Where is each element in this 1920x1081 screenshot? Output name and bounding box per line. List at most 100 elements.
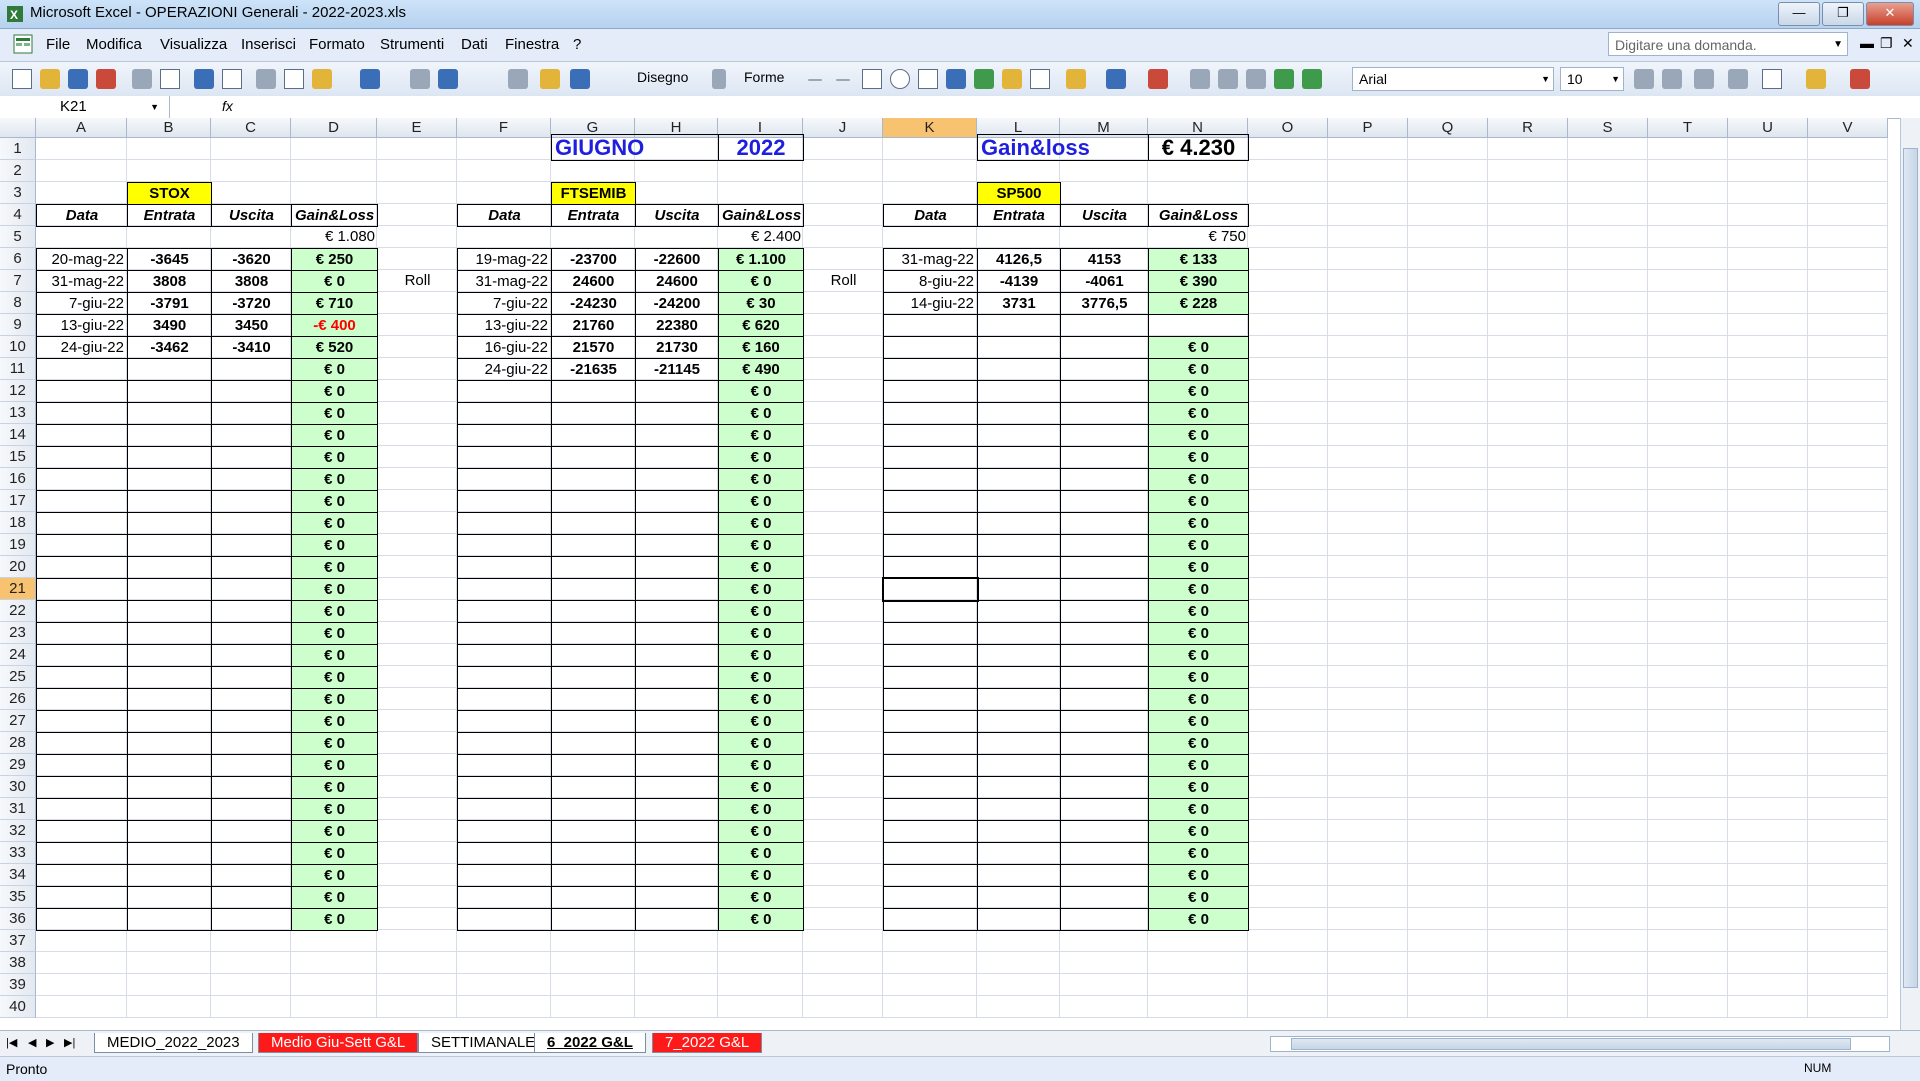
gain-loss-cell[interactable]: € 0 <box>291 402 378 425</box>
grid-cell[interactable] <box>1328 160 1408 182</box>
grid-cell[interactable] <box>1408 490 1488 512</box>
grid-cell[interactable] <box>1248 908 1328 930</box>
row-header[interactable]: 36 <box>0 908 36 930</box>
next-sheet-icon[interactable]: ▶ <box>46 1036 54 1049</box>
grid-cell[interactable] <box>803 226 883 248</box>
new-icon[interactable] <box>12 69 32 89</box>
data-cell[interactable] <box>635 776 719 799</box>
data-cell[interactable] <box>1060 666 1149 689</box>
grid-cell[interactable] <box>803 644 883 666</box>
gain-loss-cell[interactable]: € 0 <box>1148 776 1249 799</box>
gain-loss-cell[interactable]: € 228 <box>1148 292 1249 315</box>
grid-cell[interactable] <box>1328 974 1408 996</box>
data-cell[interactable] <box>36 908 128 931</box>
row-header[interactable]: 15 <box>0 446 36 468</box>
grid-cell[interactable] <box>803 468 883 490</box>
data-cell[interactable] <box>211 732 292 755</box>
grid-cell[interactable] <box>1248 490 1328 512</box>
grid-cell[interactable] <box>1648 138 1728 160</box>
data-cell[interactable] <box>1060 798 1149 821</box>
grid-cell[interactable] <box>1328 732 1408 754</box>
grid-cell[interactable] <box>1808 314 1888 336</box>
grid-cell[interactable] <box>1728 622 1808 644</box>
grid-cell[interactable] <box>1408 138 1488 160</box>
menu-help[interactable]: ? <box>573 36 581 53</box>
doc-minimize-button[interactable]: ▬ <box>1860 35 1874 51</box>
research-icon[interactable] <box>222 69 242 89</box>
grid-cell[interactable] <box>1728 886 1808 908</box>
data-cell[interactable] <box>883 732 978 755</box>
grid-cell[interactable] <box>1328 270 1408 292</box>
grid-cell[interactable] <box>551 996 635 1018</box>
grid-cell[interactable] <box>1728 798 1808 820</box>
grid-cell[interactable] <box>1488 666 1568 688</box>
grid-cell[interactable] <box>1248 864 1328 886</box>
ftsemib-title[interactable]: FTSEMIB <box>551 182 636 205</box>
grid-cell[interactable] <box>127 226 211 248</box>
data-cell[interactable] <box>36 512 128 535</box>
grid-cell[interactable] <box>1488 908 1568 930</box>
grid-cell[interactable] <box>211 182 291 204</box>
data-cell[interactable] <box>551 908 636 931</box>
data-cell[interactable]: -4061 <box>1060 270 1149 293</box>
data-cell[interactable] <box>127 754 212 777</box>
grid-cell[interactable] <box>1728 864 1808 886</box>
column-header[interactable]: O <box>1248 118 1328 138</box>
grid-cell[interactable] <box>1408 402 1488 424</box>
data-cell[interactable] <box>977 622 1061 645</box>
grid-cell[interactable] <box>1408 886 1488 908</box>
data-cell[interactable] <box>36 622 128 645</box>
grid-cell[interactable] <box>1808 204 1888 226</box>
grid-cell[interactable] <box>718 930 803 952</box>
grid-cell[interactable] <box>1728 358 1808 380</box>
grid-cell[interactable] <box>1488 622 1568 644</box>
grid-cell[interactable] <box>1248 468 1328 490</box>
grid-cell[interactable] <box>1328 358 1408 380</box>
grid-cell[interactable] <box>1488 534 1568 556</box>
data-cell[interactable] <box>457 578 552 601</box>
diagram-icon[interactable] <box>974 69 994 89</box>
grid-cell[interactable] <box>1808 160 1888 182</box>
italic-icon[interactable] <box>1662 69 1682 89</box>
grid-cell[interactable] <box>1328 556 1408 578</box>
grid-cell[interactable] <box>1328 820 1408 842</box>
gain-loss-cell[interactable]: € 133 <box>1148 248 1249 271</box>
tab-medio-giu-sett[interactable]: Medio Giu-Sett G&L <box>258 1033 419 1053</box>
data-cell[interactable] <box>635 820 719 843</box>
grid-cell[interactable] <box>1408 424 1488 446</box>
grid-cell[interactable] <box>1408 732 1488 754</box>
gain-loss-cell[interactable]: € 0 <box>291 798 378 821</box>
grid-cell[interactable] <box>635 996 718 1018</box>
grid-cell[interactable] <box>457 138 551 160</box>
grid-cell[interactable] <box>377 666 457 688</box>
grid-cell[interactable] <box>1648 512 1728 534</box>
grid-cell[interactable] <box>1648 842 1728 864</box>
grid-cell[interactable] <box>377 996 457 1018</box>
grid-cell[interactable] <box>1488 952 1568 974</box>
data-cell[interactable] <box>635 402 719 425</box>
data-cell[interactable] <box>551 666 636 689</box>
data-cell[interactable] <box>127 402 212 425</box>
data-cell[interactable] <box>635 622 719 645</box>
grid-cell[interactable] <box>377 886 457 908</box>
data-cell[interactable] <box>883 820 978 843</box>
gain-loss-cell[interactable]: € 0 <box>1148 424 1249 447</box>
data-cell[interactable] <box>551 578 636 601</box>
stox-title[interactable]: STOX <box>127 182 212 205</box>
data-cell[interactable] <box>883 666 978 689</box>
sp500-col-header[interactable]: Data <box>883 204 978 227</box>
data-cell[interactable] <box>1060 314 1149 337</box>
grid-cell[interactable] <box>1728 336 1808 358</box>
grid-cell[interactable] <box>1648 556 1728 578</box>
grid-cell[interactable] <box>1568 578 1648 600</box>
grid-cell[interactable] <box>1488 732 1568 754</box>
gain-loss-cell[interactable]: € 0 <box>718 776 804 799</box>
data-cell[interactable] <box>1060 688 1149 711</box>
draw-menu[interactable]: Disegno <box>637 69 688 85</box>
grid-cell[interactable] <box>1328 644 1408 666</box>
grid-cell[interactable] <box>1328 468 1408 490</box>
grid-cell[interactable] <box>1488 600 1568 622</box>
data-cell[interactable]: 13-giu-22 <box>457 314 552 337</box>
gain-loss-cell[interactable]: € 0 <box>1148 820 1249 843</box>
row-header[interactable]: 13 <box>0 402 36 424</box>
